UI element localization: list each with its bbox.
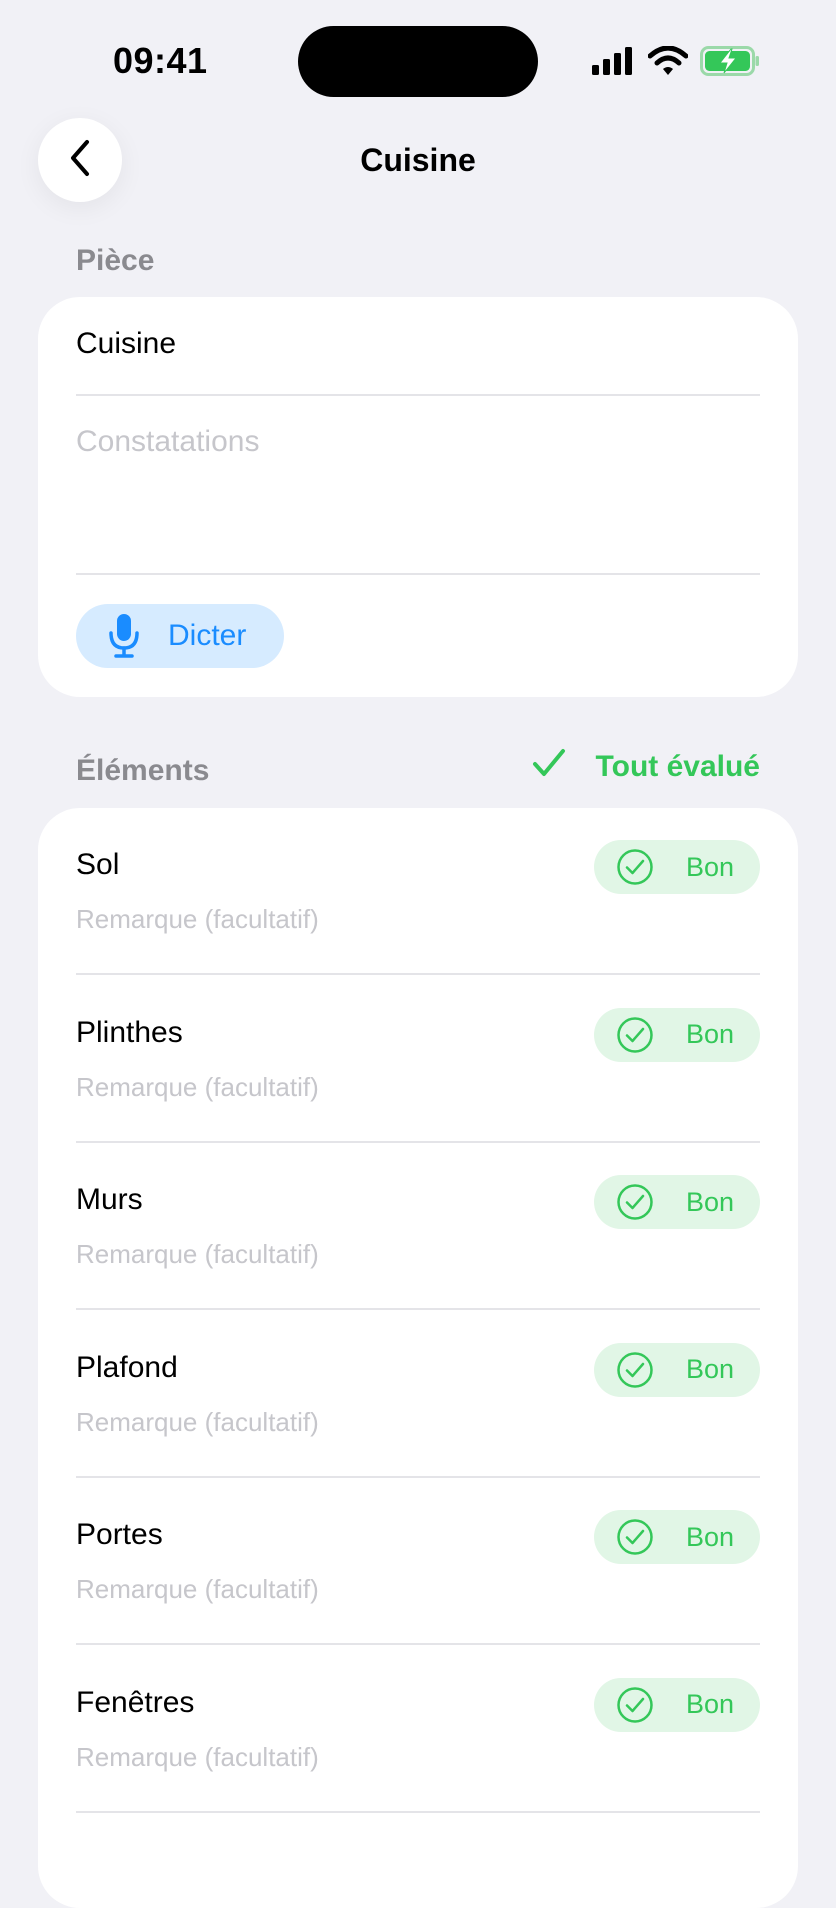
status-icons [592,45,760,77]
all-evaluated-button[interactable]: Tout évalué [532,748,760,786]
status-bar: 09:41 [0,0,836,110]
status-label: Bon [686,1521,735,1552]
element-row: Plafond Bon [38,1311,798,1478]
status-label: Bon [686,1186,735,1217]
check-circle-icon [616,1518,654,1556]
status-time: 09:41 [113,40,208,81]
wifi-icon [648,46,688,76]
observations-field[interactable] [76,425,760,545]
status-pill[interactable]: Bon [594,1175,760,1229]
page-title: Cuisine [360,142,476,178]
element-row: Sol Bon [38,808,798,975]
microphone-icon [106,613,142,659]
element-name: Fenêtres [76,1685,195,1719]
elements-section-label: Éléments [76,754,210,787]
status-label: Bon [686,1354,735,1384]
check-circle-icon [616,1351,654,1389]
element-name: Plafond [76,1350,178,1384]
status-label: Bon [686,851,735,882]
divider [76,573,760,575]
status-pill[interactable]: Bon [594,1007,760,1062]
dictate-button[interactable]: Dicter [76,604,284,668]
check-circle-icon [616,1686,654,1724]
check-circle-icon [616,1183,654,1221]
element-row: Portes Bon [38,1478,798,1645]
status-pill[interactable]: Bon [594,1677,760,1732]
element-name: Murs [76,1183,143,1216]
status-pill[interactable]: Bon [594,1342,760,1397]
nav-bar: Cuisine [0,110,836,210]
elements-card: SolBonPlinthesBonMursBonPlafondBonPortes… [38,808,798,1908]
room-name-field[interactable]: Cuisine [76,327,176,361]
element-row: Murs Bon [38,1143,798,1310]
element-name: Sol [76,848,120,881]
remark-input[interactable] [76,1406,556,1438]
element-row: Plinthes Bon [38,976,798,1143]
remark-input[interactable] [76,1741,556,1773]
dynamic-island [298,26,538,97]
divider [76,394,760,396]
remark-input[interactable] [76,1071,556,1103]
status-label: Bon [686,1689,735,1719]
room-card: Cuisine Dicter [38,297,798,697]
element-name: Plinthes [76,1015,183,1049]
remark-input[interactable] [76,904,556,935]
remark-input[interactable] [76,1239,556,1270]
status-pill[interactable]: Bon [594,1510,760,1564]
dictate-label: Dicter [168,619,247,652]
battery-charging-icon [700,46,760,76]
element-name: Portes [76,1518,163,1551]
checkmark-icon [532,748,596,786]
status-pill[interactable]: Bon [594,840,760,894]
divider [76,1810,760,1813]
all-evaluated-label: Tout évalué [595,750,760,783]
signal-icon [592,47,634,75]
check-circle-icon [616,1016,654,1054]
status-label: Bon [686,1019,735,1049]
element-row: Fenêtres Bon [38,1646,798,1813]
check-circle-icon [616,848,654,886]
room-section-label: Pièce [76,244,155,277]
remark-input[interactable] [76,1574,556,1605]
